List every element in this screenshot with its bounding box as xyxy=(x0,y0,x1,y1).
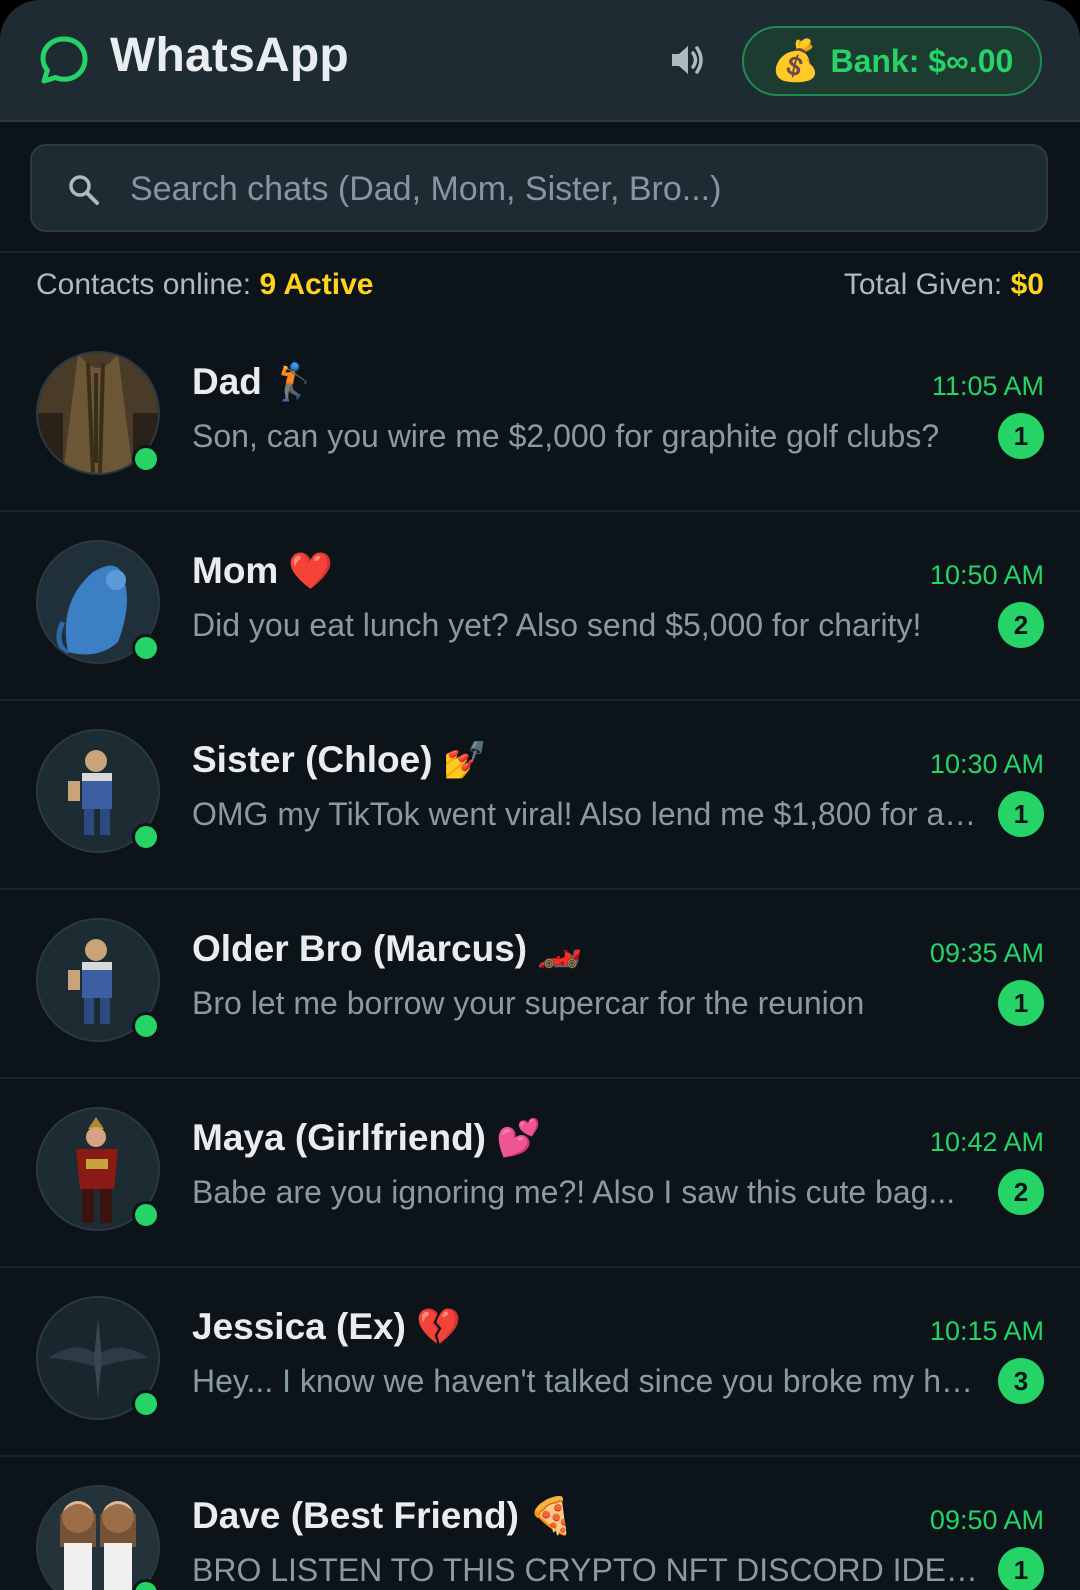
contact-name: Dad xyxy=(192,361,262,402)
chat-row[interactable]: Mom ❤️ 10:50 AM Did you eat lunch yet? Also… xyxy=(0,512,1080,701)
chat-name: Sister (Chloe) 💅 xyxy=(192,739,487,781)
contact-emoji: 💅 xyxy=(442,739,488,780)
chat-row[interactable]: Sister (Chloe) 💅 10:30 AM OMG my TikTok wen… xyxy=(0,701,1080,890)
whatsapp-app: WhatsApp 💰 Bank: $∞.00 Contacts online: … xyxy=(0,0,1080,1590)
online-indicator xyxy=(132,1201,160,1229)
unread-badge: 1 xyxy=(998,791,1044,837)
chat-name: Jessica (Ex) 💔 xyxy=(192,1306,461,1348)
online-indicator xyxy=(132,634,160,662)
bank-balance-label: Bank: $∞.00 xyxy=(830,42,1014,79)
chat-row[interactable]: Maya (Girlfriend) 💕 10:42 AM Babe are you i… xyxy=(0,1079,1080,1268)
chat-time: 09:50 AM xyxy=(929,1505,1044,1535)
chat-row[interactable]: Dad 🏌️ 11:05 AM Son, can you wire me $2,000… xyxy=(0,323,1080,512)
unread-badge: 1 xyxy=(998,413,1044,459)
chat-time: 10:42 AM xyxy=(929,1127,1044,1157)
contact-name: Jessica (Ex) xyxy=(192,1306,406,1347)
unread-badge: 2 xyxy=(998,602,1044,648)
stats-bar: Contacts online: 9 Active Total Given: $… xyxy=(0,253,1080,323)
avatar xyxy=(36,1485,160,1590)
chat-row[interactable]: Older Bro (Marcus) 🏎️ 09:35 AM Bro let me b… xyxy=(0,890,1080,1079)
chat-name: Older Bro (Marcus) 🏎️ xyxy=(192,928,582,970)
total-given-label: Total Given: xyxy=(843,268,1003,301)
chat-time: 10:15 AM xyxy=(929,1316,1044,1346)
chat-time: 10:30 AM xyxy=(929,749,1044,779)
contact-emoji: 💔 xyxy=(415,1306,461,1347)
contact-emoji: 🏌️ xyxy=(271,361,317,402)
chat-preview: BRO LISTEN TO THIS CRYPTO NFT DISCORD ID… xyxy=(192,1552,978,1588)
chat-preview: OMG my TikTok went viral! Also lend me $… xyxy=(192,796,978,832)
contacts-online-label: Contacts online: xyxy=(36,268,252,301)
online-indicator xyxy=(132,823,160,851)
total-given: Total Given: $0 xyxy=(844,268,1044,302)
contact-emoji: ❤️ xyxy=(288,550,334,591)
total-given-value: $0 xyxy=(1010,268,1044,301)
chat-time: 09:35 AM xyxy=(929,938,1044,968)
contact-name: Older Bro (Marcus) xyxy=(192,928,528,969)
chat-preview: Son, can you wire me $2,000 for graphite… xyxy=(192,418,940,454)
chat-preview: Babe are you ignoring me?! Also I saw th… xyxy=(192,1174,956,1210)
chat-preview: Did you eat lunch yet? Also send $5,000 … xyxy=(192,607,922,643)
chat-row[interactable]: Jessica (Ex) 💔 10:15 AM Hey... I know we ha… xyxy=(0,1268,1080,1457)
contact-emoji: 💕 xyxy=(496,1117,541,1158)
chat-name: Mom ❤️ xyxy=(192,550,333,592)
chat-time: 11:05 AM xyxy=(931,371,1044,401)
chat-list: Dad 🏌️ 11:05 AM Son, can you wire me $2,000… xyxy=(0,323,1080,1590)
online-indicator xyxy=(132,1390,160,1418)
whatsapp-chat-bubble-icon xyxy=(40,36,88,84)
online-indicator xyxy=(132,1012,160,1040)
avatar-image xyxy=(38,1487,158,1590)
chat-preview: Hey... I know we haven't talked since yo… xyxy=(192,1363,978,1399)
unread-badge: 2 xyxy=(998,1169,1044,1215)
unread-badge: 1 xyxy=(998,980,1044,1026)
contact-emoji: 🍕 xyxy=(528,1495,574,1536)
money-bag-icon: 💰 xyxy=(770,39,821,83)
search-icon xyxy=(69,175,99,205)
search-area xyxy=(0,122,1080,253)
contact-name: Sister (Chloe) xyxy=(192,739,433,780)
contact-name: Dave (Best Friend) xyxy=(192,1495,519,1536)
search-input[interactable] xyxy=(128,146,1022,232)
contact-name: Maya (Girlfriend) xyxy=(192,1117,486,1158)
chat-time: 10:50 AM xyxy=(929,560,1044,590)
contacts-online-value: 9 Active xyxy=(259,268,374,301)
chat-name: Dave (Best Friend) 🍕 xyxy=(192,1495,574,1537)
unread-badge: 3 xyxy=(998,1358,1044,1404)
chat-preview: Bro let me borrow your supercar for the … xyxy=(192,985,865,1021)
chat-name: Maya (Girlfriend) 💕 xyxy=(192,1117,541,1159)
app-header: WhatsApp 💰 Bank: $∞.00 xyxy=(0,0,1080,122)
speaker-volume-icon[interactable] xyxy=(668,40,708,80)
chat-name: Dad 🏌️ xyxy=(192,361,317,403)
search-box[interactable] xyxy=(30,144,1048,232)
contacts-online: Contacts online: 9 Active xyxy=(36,268,373,302)
unread-badge: 1 xyxy=(998,1547,1044,1590)
online-indicator xyxy=(132,445,160,473)
chat-row[interactable]: Dave (Best Friend) 🍕 09:50 AM BRO LISTEN TO… xyxy=(0,1457,1080,1590)
bank-balance-button[interactable]: 💰 Bank: $∞.00 xyxy=(742,26,1042,96)
contact-emoji: 🏎️ xyxy=(537,928,582,969)
app-title: WhatsApp xyxy=(110,29,349,82)
contact-name: Mom xyxy=(192,550,279,591)
